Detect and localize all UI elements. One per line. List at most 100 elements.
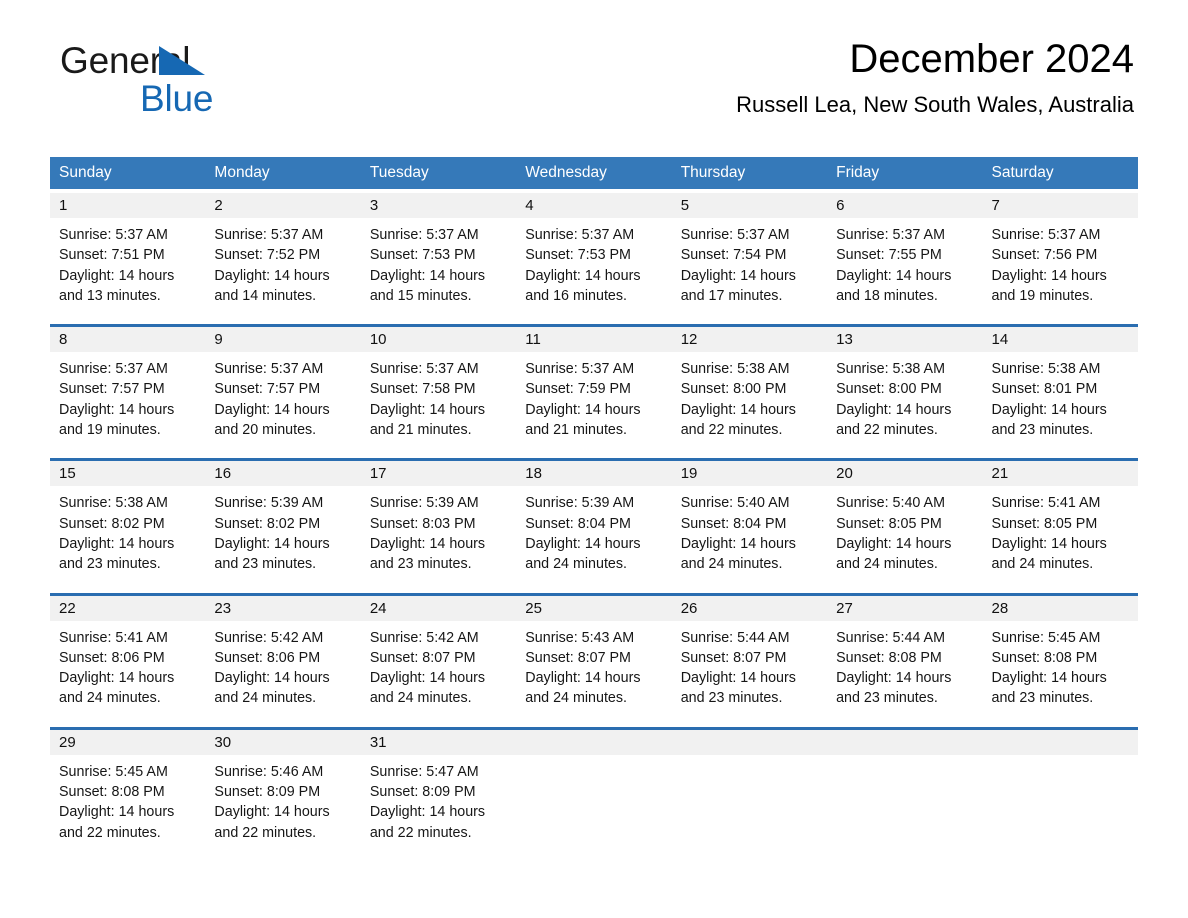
day-detail-line: and 23 minutes. — [991, 422, 1094, 439]
day-cell[interactable]: 2 Sunrise: 5:37 AM Sunset: 7:52 PM Daylight… — [205, 193, 361, 317]
day-detail-line: Sunset: 8:07 PM — [680, 649, 787, 666]
day-detail-line: and 24 minutes. — [991, 556, 1094, 573]
day-detail-line: and 24 minutes. — [525, 690, 627, 707]
day-detail-line: and 22 minutes. — [369, 824, 472, 841]
day-detail-line: and 24 minutes. — [214, 690, 317, 707]
day-cell[interactable]: 5 Sunrise: 5:37 AM Sunset: 7:54 PM Daylight… — [671, 193, 828, 317]
day-detail-line: Sunset: 7:51 PM — [59, 247, 165, 264]
day-detail-line: and 19 minutes. — [991, 287, 1094, 304]
day-detail-line: Sunrise: 5:37 AM — [836, 227, 945, 243]
day-detail-line: Sunrise: 5:44 AM — [680, 629, 790, 646]
day-number-band — [982, 729, 1138, 755]
day-cell[interactable]: 26 Sunrise: 5:44 AM Sunset: 8:07 PM Dayligh… — [671, 595, 828, 719]
day-details: Sunrise: 5:41 AM Sunset: 8:06 PM Daylight:… — [50, 620, 206, 719]
day-detail-line: Sunset: 7:54 PM — [680, 247, 787, 264]
day-number: 12 — [680, 331, 698, 349]
day-cell[interactable]: 8 Sunrise: 5:37 AM Sunset: 7:57 PM Daylight… — [50, 327, 206, 451]
day-detail-line: Sunset: 7:52 PM — [214, 247, 321, 264]
day-cell[interactable]: 9 Sunrise: 5:37 AM Sunset: 7:57 PM Daylight… — [205, 327, 361, 451]
day-detail-line: Sunrise: 5:47 AM — [369, 763, 479, 780]
weekday-header-tuesday: Tuesday — [369, 164, 429, 181]
day-number: 23 — [214, 599, 232, 617]
day-details: Sunrise: 5:39 AM Sunset: 8:03 PM Daylight:… — [360, 486, 517, 585]
day-detail-line: and 13 minutes. — [59, 287, 161, 304]
day-detail-line: Sunrise: 5:37 AM — [214, 227, 324, 243]
day-detail-line: and 20 minutes. — [214, 422, 317, 439]
day-cell[interactable]: 12 Sunrise: 5:38 AM Sunset: 8:00 PM Dayligh… — [671, 327, 828, 451]
day-details — [827, 754, 983, 839]
day-details: Sunrise: 5:37 AM Sunset: 7:57 PM Daylight:… — [205, 352, 361, 451]
day-cell[interactable]: 25 Sunrise: 5:43 AM Sunset: 8:07 PM Dayligh… — [516, 595, 672, 719]
title-block: December 2024 Russell Lea, New South Wal… — [736, 38, 1134, 118]
day-number: 11 — [525, 331, 541, 349]
day-cell[interactable]: 7 Sunrise: 5:37 AM Sunset: 7:56 PM Daylight… — [982, 193, 1138, 317]
day-detail-line: Sunrise: 5:39 AM — [525, 495, 635, 512]
day-detail-line: Sunset: 7:57 PM — [214, 381, 321, 398]
day-detail-line: Sunset: 8:00 PM — [836, 381, 942, 398]
day-cell[interactable]: 19 Sunrise: 5:40 AM Sunset: 8:04 PM Dayligh… — [671, 461, 828, 585]
day-detail-line: Sunrise: 5:37 AM — [525, 227, 635, 243]
day-details — [516, 754, 672, 839]
day-number: 14 — [991, 331, 1009, 349]
day-cell[interactable]: 10 Sunrise: 5:37 AM Sunset: 7:58 PM Dayligh… — [360, 327, 517, 451]
day-detail-line: and 22 minutes. — [59, 824, 161, 841]
day-cell[interactable]: 4 Sunrise: 5:37 AM Sunset: 7:53 PM Daylight… — [516, 193, 672, 317]
day-cell[interactable]: 14 Sunrise: 5:38 AM Sunset: 8:01 PM Dayligh… — [982, 327, 1138, 451]
day-number: 20 — [836, 465, 853, 483]
day-cell[interactable]: 24 Sunrise: 5:42 AM Sunset: 8:07 PM Dayligh… — [360, 595, 517, 719]
day-cell[interactable]: 1 Sunrise: 5:37 AM Sunset: 7:51 PM Daylight… — [50, 193, 206, 317]
calendar-page: General Blue December 2024 Russell Lea, … — [0, 0, 1188, 918]
day-detail-line: and 24 minutes. — [59, 690, 161, 707]
day-number-band: 25 — [516, 595, 672, 621]
day-cell[interactable]: 3 Sunrise: 5:37 AM Sunset: 7:53 PM Daylight… — [360, 193, 517, 317]
day-number: 8 — [59, 331, 68, 349]
day-detail-line: Sunset: 7:56 PM — [991, 247, 1098, 264]
day-details: Sunrise: 5:37 AM Sunset: 7:55 PM Daylight:… — [827, 218, 983, 317]
day-cell[interactable]: 15 Sunrise: 5:38 AM Sunset: 8:02 PM Dayligh… — [50, 461, 206, 585]
day-number: 7 — [991, 197, 1000, 214]
day-detail-line: and 21 minutes. — [369, 422, 472, 439]
calendar-week-row: 29 Sunrise: 5:45 AM Sunset: 8:08 PM Dayligh… — [50, 726, 1138, 853]
day-cell[interactable]: 23 Sunrise: 5:42 AM Sunset: 8:06 PM Dayligh… — [205, 595, 361, 719]
day-detail-line: and 23 minutes. — [991, 690, 1094, 707]
day-cell[interactable]: 31 Sunrise: 5:47 AM Sunset: 8:09 PM Dayligh… — [360, 729, 517, 853]
day-number: 3 — [369, 197, 379, 214]
day-cell[interactable]: 22 Sunrise: 5:41 AM Sunset: 8:06 PM Dayligh… — [50, 595, 206, 719]
day-detail-line: Daylight: 14 hours — [59, 401, 175, 418]
day-cell[interactable]: 17 Sunrise: 5:39 AM Sunset: 8:03 PM Dayligh… — [360, 461, 517, 585]
day-details: Sunrise: 5:38 AM Sunset: 8:01 PM Daylight:… — [982, 352, 1138, 451]
weekday-header-sunday: Sunday — [59, 164, 112, 181]
day-cell[interactable]: 28 Sunrise: 5:45 AM Sunset: 8:08 PM Dayligh… — [982, 595, 1138, 719]
day-cell[interactable]: 20 Sunrise: 5:40 AM Sunset: 8:05 PM Dayligh… — [827, 461, 983, 585]
day-details: Sunrise: 5:46 AM Sunset: 8:09 PM Daylight:… — [205, 754, 361, 853]
day-cell-empty — [982, 729, 1138, 853]
day-detail-line: and 19 minutes. — [59, 422, 161, 439]
day-cell[interactable]: 16 Sunrise: 5:39 AM Sunset: 8:02 PM Dayligh… — [205, 461, 361, 585]
day-cell[interactable]: 29 Sunrise: 5:45 AM Sunset: 8:08 PM Dayligh… — [50, 729, 206, 853]
day-cell[interactable]: 11 Sunrise: 5:37 AM Sunset: 7:59 PM Dayligh… — [516, 327, 672, 451]
day-number-band: 11 — [516, 327, 672, 353]
triangle-icon — [159, 46, 205, 75]
day-details: Sunrise: 5:37 AM Sunset: 7:54 PM Daylight:… — [671, 218, 828, 317]
day-number-band: 1 — [50, 193, 206, 218]
day-number-band — [516, 729, 672, 755]
day-detail-line: Sunrise: 5:38 AM — [680, 361, 790, 378]
day-detail-line: Daylight: 14 hours — [214, 670, 330, 687]
day-cell[interactable]: 13 Sunrise: 5:38 AM Sunset: 8:00 PM Dayligh… — [827, 327, 983, 451]
day-number: 19 — [680, 465, 698, 483]
day-detail-line: Daylight: 14 hours — [369, 267, 486, 284]
day-cell[interactable]: 18 Sunrise: 5:39 AM Sunset: 8:04 PM Dayligh… — [516, 461, 672, 585]
day-detail-line: Sunrise: 5:39 AM — [369, 495, 479, 512]
day-number: 29 — [59, 733, 76, 751]
day-details: Sunrise: 5:37 AM Sunset: 7:59 PM Daylight:… — [516, 352, 672, 451]
day-number: 27 — [836, 599, 853, 617]
day-detail-line: Sunset: 8:04 PM — [525, 515, 631, 532]
day-cell[interactable]: 21 Sunrise: 5:41 AM Sunset: 8:05 PM Dayligh… — [982, 461, 1138, 585]
day-details: Sunrise: 5:47 AM Sunset: 8:09 PM Daylight:… — [360, 754, 517, 853]
day-detail-line: Daylight: 14 hours — [991, 535, 1107, 552]
day-cell[interactable]: 27 Sunrise: 5:44 AM Sunset: 8:08 PM Dayligh… — [827, 595, 983, 719]
day-cell[interactable]: 30 Sunrise: 5:46 AM Sunset: 8:09 PM Dayligh… — [205, 729, 361, 853]
day-number-band: 7 — [982, 193, 1138, 218]
day-cell[interactable]: 6 Sunrise: 5:37 AM Sunset: 7:55 PM Daylight… — [827, 193, 983, 317]
weekday-header-friday: Friday — [836, 164, 880, 181]
